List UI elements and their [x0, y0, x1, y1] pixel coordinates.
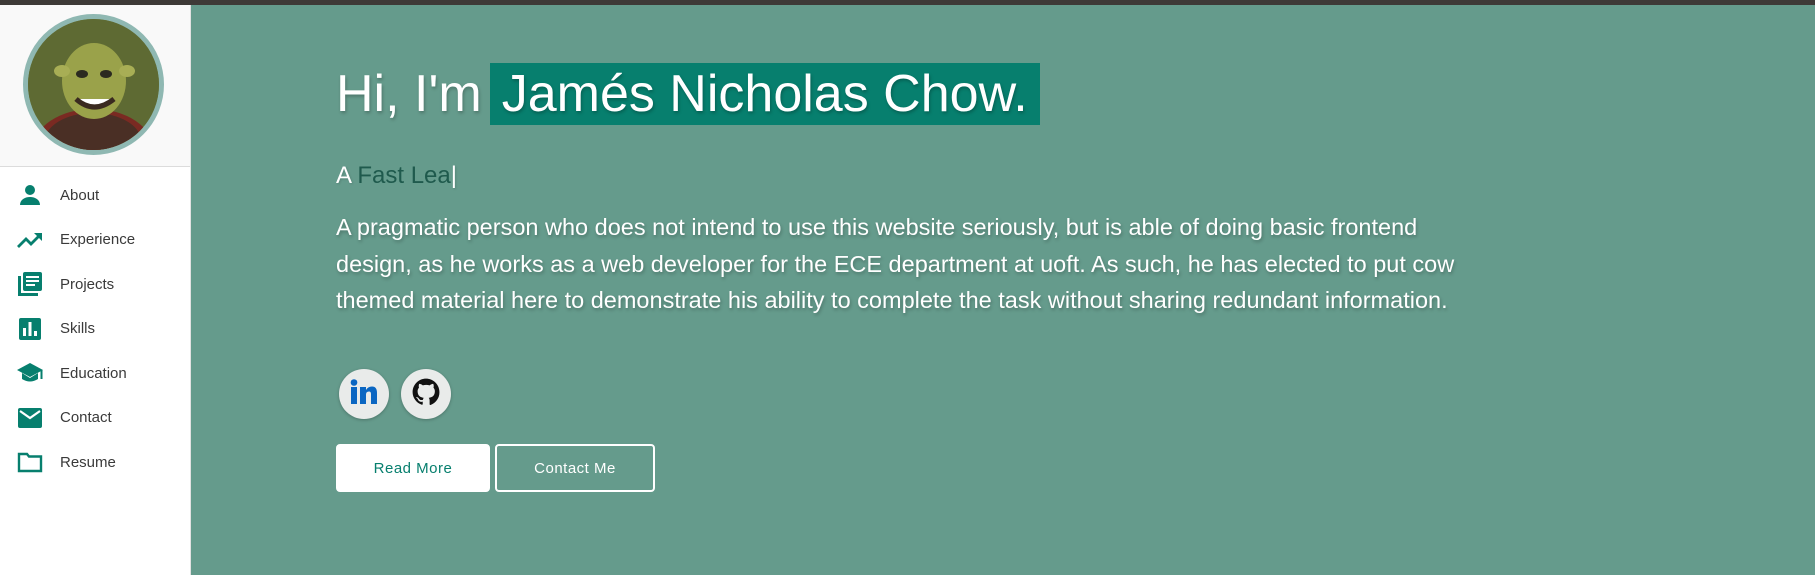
hero-name: Jamés Nicholas Chow. [489, 63, 1040, 125]
profile-header [0, 5, 190, 167]
sidebar-item-label: Contact [60, 409, 112, 427]
github-icon [412, 378, 440, 411]
email-icon [16, 404, 44, 432]
sidebar-item-skills[interactable]: Skills [0, 307, 190, 352]
sidebar-nav: About Experience Projects Skills Educati… [0, 173, 190, 485]
sidebar: About Experience Projects Skills Educati… [0, 5, 191, 575]
greeting-prefix: Hi, I'm [336, 65, 482, 123]
read-more-button[interactable]: Read More [336, 444, 490, 492]
bar-chart-icon [16, 315, 44, 343]
typed-prefix: A [336, 162, 351, 189]
avatar[interactable] [23, 14, 164, 155]
sidebar-item-education[interactable]: Education [0, 351, 190, 396]
hero-bio: A pragmatic person who does not intend t… [336, 214, 1455, 313]
sidebar-item-label: Experience [60, 231, 136, 249]
library-books-icon [16, 270, 44, 298]
hero-section: Hi, I'm Jamés Nicholas Chow. A Fast Lea| … [190, 5, 1815, 575]
sidebar-item-label: About [60, 186, 100, 204]
github-link[interactable] [401, 369, 451, 419]
typed-tagline: A Fast Lea| [336, 160, 457, 192]
sidebar-item-label: Education [60, 364, 127, 382]
sidebar-item-contact[interactable]: Contact [0, 396, 190, 441]
linkedin-link[interactable] [339, 369, 389, 419]
typed-cursor: | [450, 162, 457, 189]
linkedin-icon [350, 378, 378, 410]
graduation-cap-icon [16, 359, 44, 387]
sidebar-item-about[interactable]: About [0, 173, 190, 218]
trending-up-icon [16, 226, 44, 254]
sidebar-item-label: Skills [60, 320, 96, 338]
sidebar-item-label: Projects [60, 275, 115, 293]
sidebar-item-experience[interactable]: Experience [0, 218, 190, 263]
person-icon [16, 181, 44, 209]
contact-me-button[interactable]: Contact Me [495, 444, 655, 492]
sidebar-item-resume[interactable]: Resume [0, 440, 190, 485]
sidebar-item-label: Resume [60, 453, 116, 471]
folder-icon [16, 448, 44, 476]
typed-word: Fast Lea [357, 162, 451, 189]
sidebar-item-projects[interactable]: Projects [0, 262, 190, 307]
hero-greeting: Hi, I'm Jamés Nicholas Chow. [336, 63, 1040, 125]
